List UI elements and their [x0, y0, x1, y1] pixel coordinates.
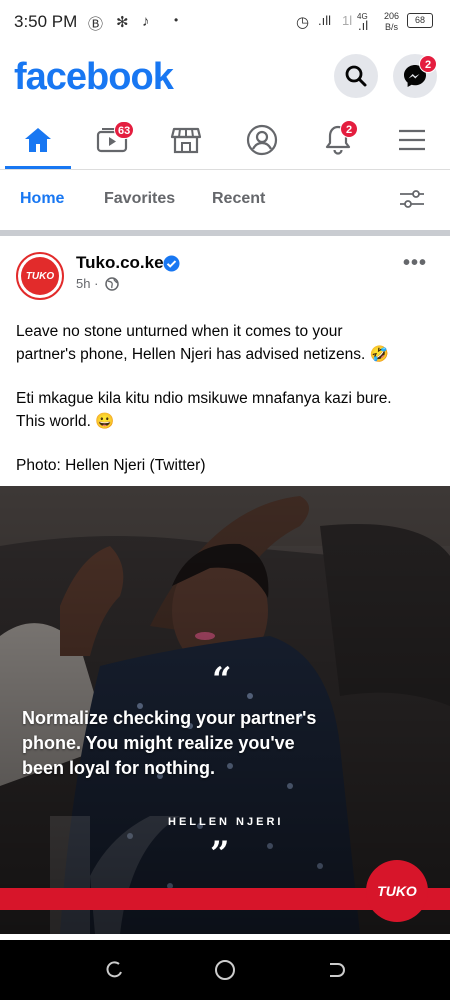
post-text-para2: Eti mkague kila kitu ndio msikuwe mnafan… [16, 387, 436, 433]
nav-menu[interactable] [382, 112, 442, 168]
network-speed-value: 206 [384, 11, 400, 21]
tab-favorites[interactable]: Favorites [104, 190, 175, 208]
network-speed-unit: B/s [385, 22, 399, 32]
post-text-line: Eti mkague kila kitu ndio msikuwe mnafan… [16, 390, 392, 407]
quote-line: Normalize checking your partner's [22, 708, 317, 728]
nav-watch[interactable] [82, 112, 142, 168]
quote-line: phone. You might realize you've [22, 733, 295, 753]
post-time-value: 5h [76, 276, 91, 291]
post-text-para1: Leave no stone unturned when it comes to… [16, 320, 436, 366]
open-quote: “ [212, 660, 232, 700]
globe-icon [105, 277, 119, 291]
signal-icon-3: .ıl [358, 18, 369, 33]
store-icon [170, 127, 202, 154]
post-author[interactable]: Tuko.co.ke [76, 253, 164, 273]
recent-apps-icon[interactable] [104, 960, 124, 980]
dot-icon: • [174, 13, 179, 27]
battery-icon: 68 [407, 13, 433, 28]
filter-button[interactable] [398, 188, 426, 215]
b-icon: Ⓑ [88, 16, 104, 33]
network-speed: 206 B/s [384, 11, 399, 33]
signal-icon-2: 1l [342, 13, 353, 28]
avatar-logo: TUKO [21, 257, 59, 295]
post-time: 5h · [76, 276, 99, 291]
nav-notifications[interactable] [308, 112, 368, 168]
watch-badge: 63 [114, 121, 135, 139]
quote-line: been loyal for nothing. [22, 758, 215, 778]
alarm-icon: ◷ [296, 14, 310, 31]
home-icon [25, 128, 51, 152]
messenger-badge: 2 [419, 55, 437, 73]
home-nav-icon[interactable] [214, 959, 236, 981]
close-quote: ” [210, 834, 230, 874]
filter-icon [400, 190, 424, 208]
nav-marketplace[interactable] [156, 112, 216, 168]
facebook-logo[interactable]: facebook [14, 56, 174, 99]
menu-icon [399, 129, 425, 151]
tiktok-icon: ♪ [142, 13, 150, 30]
signal-icon: .ıll [318, 13, 331, 28]
profile-icon [246, 124, 278, 156]
post-text-line: This world. 😀 [16, 413, 115, 430]
tab-recent[interactable]: Recent [212, 190, 265, 208]
page-avatar[interactable]: TUKO [16, 252, 64, 300]
section-divider [0, 230, 450, 236]
back-icon[interactable] [326, 960, 346, 980]
post-more-icon[interactable]: ••• [403, 252, 427, 275]
gear-icon: ✻ [116, 14, 129, 31]
quote-attribution: HELLEN NJERI [168, 816, 284, 828]
nav-home[interactable] [8, 112, 68, 168]
post-text-line: Leave no stone unturned when it comes to… [16, 323, 343, 340]
post-text-line: partner's phone, Hellen Njeri has advise… [16, 346, 389, 363]
system-nav-bar [0, 940, 450, 1000]
status-bar: 3:50 PM Ⓑ ✻ ♪ • ◷ .ıll 1l 4G .ıl 206 B/s… [0, 0, 450, 44]
nav-divider [0, 169, 450, 170]
verified-icon [163, 255, 180, 272]
image-quote: Normalize checking your partner's phone.… [22, 706, 422, 781]
search-icon [345, 65, 367, 87]
notifications-badge: 2 [340, 120, 358, 138]
tab-home[interactable]: Home [20, 190, 64, 208]
search-button[interactable] [334, 54, 378, 98]
nav-profile[interactable] [232, 112, 292, 168]
tuko-logo: TUKO [366, 860, 428, 922]
post-text-para3: Photo: Hellen Njeri (Twitter) [16, 457, 206, 474]
status-time: 3:50 PM [14, 12, 78, 31]
